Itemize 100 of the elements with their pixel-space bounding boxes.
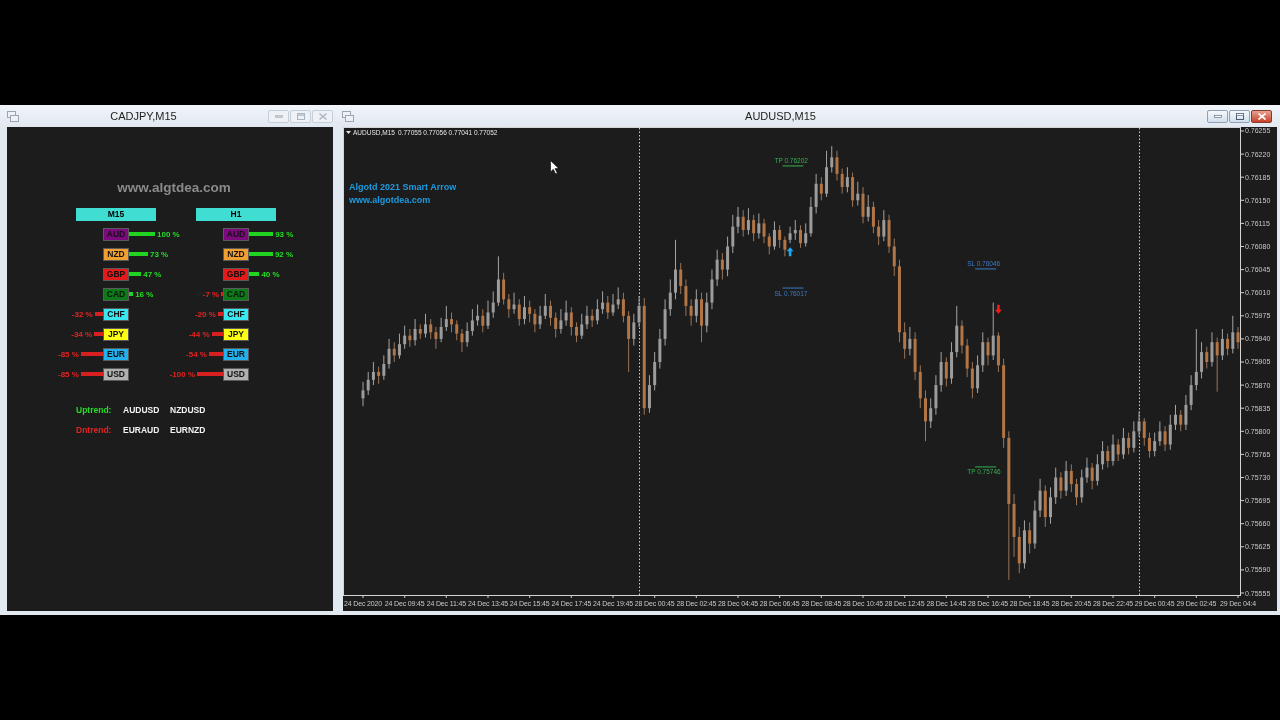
candle-wick <box>1102 440 1104 471</box>
candle-wick <box>669 279 671 317</box>
timeframe-header: M15 <box>76 208 156 221</box>
candle-wick <box>560 308 562 335</box>
candle-wick <box>846 166 848 193</box>
candle-wick <box>716 249 718 287</box>
candle-wick <box>596 298 598 325</box>
candle-wick <box>1117 438 1119 462</box>
candle-wick <box>737 206 739 234</box>
candle-wick <box>1091 462 1093 490</box>
candle-wick <box>425 313 426 339</box>
maximize-button[interactable] <box>1229 109 1250 123</box>
candle-wick <box>404 325 406 350</box>
currency-label: EUR <box>223 347 249 361</box>
candle-wick <box>1175 404 1176 431</box>
candle-wick <box>675 239 676 300</box>
candle-wick <box>1076 478 1078 506</box>
candle-body <box>799 229 802 244</box>
candle-wick <box>836 150 838 181</box>
candle-wick <box>961 319 963 354</box>
currency-pair: EURNZD <box>170 425 206 435</box>
window-icon[interactable] <box>7 110 19 122</box>
candle-wick <box>1185 394 1187 431</box>
candle-wick <box>1060 471 1062 500</box>
strength-percent: -100 % <box>169 368 195 380</box>
candle-wick <box>617 286 619 310</box>
candle-wick <box>388 338 390 370</box>
strength-percent: -85 % <box>58 368 79 380</box>
caret-icon <box>346 131 351 134</box>
candle-wick <box>648 374 650 414</box>
candle-wick <box>497 255 499 307</box>
candle-wick <box>1180 409 1182 432</box>
candle-wick <box>784 236 786 257</box>
candle-wick <box>940 351 942 393</box>
candle-wick <box>1128 432 1130 455</box>
minimize-button[interactable] <box>268 109 289 123</box>
candle-wick <box>768 232 770 255</box>
candle-wick <box>539 305 541 330</box>
candle-wick <box>1081 469 1083 504</box>
minimize-button[interactable] <box>1207 109 1228 123</box>
site-address: www.algtdea.com <box>117 180 231 196</box>
candle-wick <box>659 328 661 370</box>
candle-wick <box>1050 486 1051 525</box>
candle-wick <box>852 172 854 208</box>
candle-wick <box>550 300 551 327</box>
up-arrow-icon <box>786 247 794 257</box>
candle-wick <box>1164 425 1166 452</box>
candle-wick <box>753 214 755 242</box>
candle-wick <box>461 328 463 353</box>
maximize-icon <box>296 112 305 120</box>
candle-wick <box>857 181 859 207</box>
candle-wick <box>362 381 364 407</box>
strength-percent: 93 % <box>275 228 294 240</box>
candle-wick <box>800 224 801 249</box>
candle-wick <box>1029 521 1031 554</box>
currency-pair: EURAUD <box>123 425 160 435</box>
candle-wick <box>1122 427 1124 460</box>
candle-body <box>1174 414 1177 425</box>
candle-wick <box>451 312 453 333</box>
candle-wick <box>1190 374 1192 411</box>
level-line <box>974 466 997 468</box>
candle-wick <box>430 318 432 340</box>
candle-wick <box>1154 432 1156 457</box>
window-icon[interactable] <box>342 110 354 122</box>
candle-wick <box>909 326 911 356</box>
currency-label: NZD <box>103 247 129 261</box>
candle-wick <box>1143 417 1145 447</box>
candle-wick <box>471 308 473 337</box>
candle-wick <box>820 176 822 201</box>
candle-wick <box>727 236 729 277</box>
window-title: CADJPY,M15 <box>110 110 177 122</box>
candle-wick <box>773 220 775 251</box>
strength-percent: -7 % <box>202 288 220 300</box>
candle-wick <box>1159 420 1161 447</box>
candle-wick <box>747 207 749 236</box>
candle-wick <box>1227 333 1229 356</box>
candle-wick <box>966 338 968 378</box>
currency-label: CHF <box>103 307 129 321</box>
strength-percent: 73 % <box>150 248 169 260</box>
candle-wick <box>383 354 385 381</box>
candle-wick <box>805 222 807 247</box>
candle-wick <box>523 295 525 325</box>
candle-wick <box>925 389 926 442</box>
strength-percent: -54 % <box>186 348 207 360</box>
candle-wick <box>409 328 411 348</box>
candle-body <box>924 398 927 422</box>
currency-label: JPY <box>223 327 249 341</box>
candle-wick <box>789 226 791 244</box>
candle-body <box>1049 497 1052 518</box>
currency-label: AUD <box>223 227 249 241</box>
maximize-icon <box>1235 112 1244 120</box>
trend-label: Dntrend: <box>76 425 112 435</box>
currency-label: EUR <box>103 347 129 361</box>
down-arrow-icon <box>994 304 1002 314</box>
candle-wick <box>398 333 400 360</box>
candle-wick <box>1107 445 1109 469</box>
candle-wick <box>372 361 374 386</box>
candle-wick <box>607 295 609 320</box>
close-button[interactable] <box>1251 109 1272 123</box>
candle-wick <box>680 262 682 295</box>
